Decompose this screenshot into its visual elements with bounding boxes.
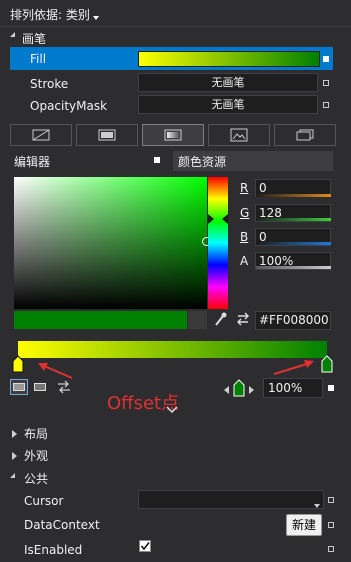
eyedropper-icon[interactable] [213, 311, 227, 330]
channel-b-label: B [240, 230, 249, 244]
section-common-label: 公共 [24, 472, 49, 486]
sort-header[interactable]: 排列依据: 类别 [0, 0, 351, 26]
tab-color-resources[interactable]: 颜色资源 [173, 151, 333, 171]
offset-advanced-square[interactable] [328, 385, 334, 391]
solid-brush-icon [98, 129, 116, 141]
isenabled-advanced-square[interactable] [328, 546, 334, 552]
cursor-dropdown-icon [314, 498, 320, 511]
section-common[interactable]: 公共 [0, 467, 351, 487]
reverse-gradient-icon[interactable] [56, 380, 72, 397]
section-appearance[interactable]: 外观 [0, 444, 351, 464]
previous-color-swatch [188, 311, 207, 329]
swap-color-format-icon[interactable] [236, 312, 250, 329]
sort-label: 排列依据: 类别 [10, 8, 90, 22]
gradient-stop-green[interactable] [321, 355, 333, 373]
section-appearance-label: 外观 [24, 449, 49, 463]
channel-r-value: 0 [259, 181, 267, 195]
radial-gradient-icon [34, 383, 46, 391]
datacontext-label: DataContext [24, 518, 100, 532]
isenabled-label: IsEnabled [24, 543, 83, 557]
hex-color-value: #FF008000 [259, 313, 329, 327]
null-brush-icon [32, 129, 50, 141]
opacitymask-label: OpacityMask [30, 99, 108, 113]
current-color-swatch [14, 311, 187, 329]
tab-image-brush[interactable] [208, 124, 270, 146]
editor-tab-square [154, 157, 160, 163]
fill-advanced-square[interactable] [323, 56, 329, 62]
annotation-arrow-right-icon [273, 360, 314, 375]
tab-resource-brush[interactable] [274, 124, 336, 146]
offset-increase-icon[interactable] [249, 383, 254, 397]
gradient-bar[interactable] [18, 341, 327, 358]
linear-gradient-icon [13, 383, 25, 391]
channel-g-label: G [240, 206, 250, 220]
tab-editor[interactable]: 编辑器 [10, 151, 170, 171]
image-brush-icon [230, 128, 248, 142]
expand-icon [12, 427, 17, 441]
section-layout[interactable]: 布局 [0, 422, 351, 442]
resource-brush-icon [296, 129, 314, 141]
checkmark-icon [140, 542, 150, 551]
new-datacontext-button[interactable]: 新建 [286, 514, 322, 536]
offset-decrease-icon[interactable] [224, 383, 229, 397]
radial-gradient-button[interactable] [31, 379, 49, 395]
tab-null-brush[interactable] [10, 124, 72, 146]
cursor-select[interactable] [138, 490, 324, 509]
offset-value: 100% [268, 381, 303, 395]
stroke-value: 无画笔 [211, 76, 245, 89]
datacontext-advanced-square[interactable] [328, 522, 334, 528]
opacitymask-advanced-square[interactable] [323, 102, 329, 108]
channel-r-slider[interactable] [256, 194, 331, 197]
channel-a-label: A [240, 254, 249, 268]
stroke-advanced-square[interactable] [323, 80, 329, 86]
brush-section-header[interactable]: 画笔 [0, 28, 351, 46]
opacitymask-value-field[interactable]: 无画笔 [138, 95, 318, 114]
stroke-value-field[interactable]: 无画笔 [138, 73, 318, 92]
hue-pointer-right[interactable] [222, 214, 228, 224]
collapse-chevron-icon[interactable] [166, 404, 178, 418]
cursor-advanced-square[interactable] [328, 497, 334, 503]
collapse-icon [10, 473, 15, 478]
gradient-stop-yellow[interactable] [12, 355, 24, 373]
hex-color-input[interactable]: #FF008000 [255, 311, 331, 330]
sort-dropdown-icon[interactable] [93, 9, 99, 23]
section-layout-label: 布局 [24, 427, 49, 441]
fill-gradient-preview[interactable] [138, 51, 320, 67]
linear-gradient-button[interactable] [10, 379, 28, 395]
tab-solid-brush[interactable] [76, 124, 138, 146]
color-resources-tab-label: 颜色资源 [178, 155, 227, 169]
expand-icon [12, 449, 17, 463]
isenabled-checkbox[interactable] [139, 540, 151, 552]
opacitymask-value: 无画笔 [211, 98, 245, 111]
header-divider [0, 26, 351, 27]
brush-section-title: 画笔 [22, 32, 47, 46]
hue-pointer-left[interactable] [208, 214, 214, 224]
gradient-brush-icon [164, 129, 182, 141]
channel-a-slider[interactable] [256, 266, 331, 269]
new-button-label: 新建 [291, 518, 316, 532]
tab-gradient-brush[interactable] [142, 124, 204, 146]
channel-r-label: R [240, 181, 249, 195]
fill-label: Fill [30, 52, 47, 66]
offset-input[interactable]: 100% [263, 378, 323, 398]
color-saturation-area[interactable] [14, 177, 207, 309]
editor-tab-label: 编辑器 [14, 155, 51, 169]
hue-slider[interactable] [208, 177, 228, 309]
channel-g-slider[interactable] [256, 218, 331, 221]
channel-b-slider[interactable] [256, 242, 331, 245]
stroke-label: Stroke [30, 77, 69, 91]
offset-stop-indicator-icon [233, 379, 245, 397]
cursor-label: Cursor [24, 494, 64, 508]
collapse-icon [10, 32, 15, 37]
